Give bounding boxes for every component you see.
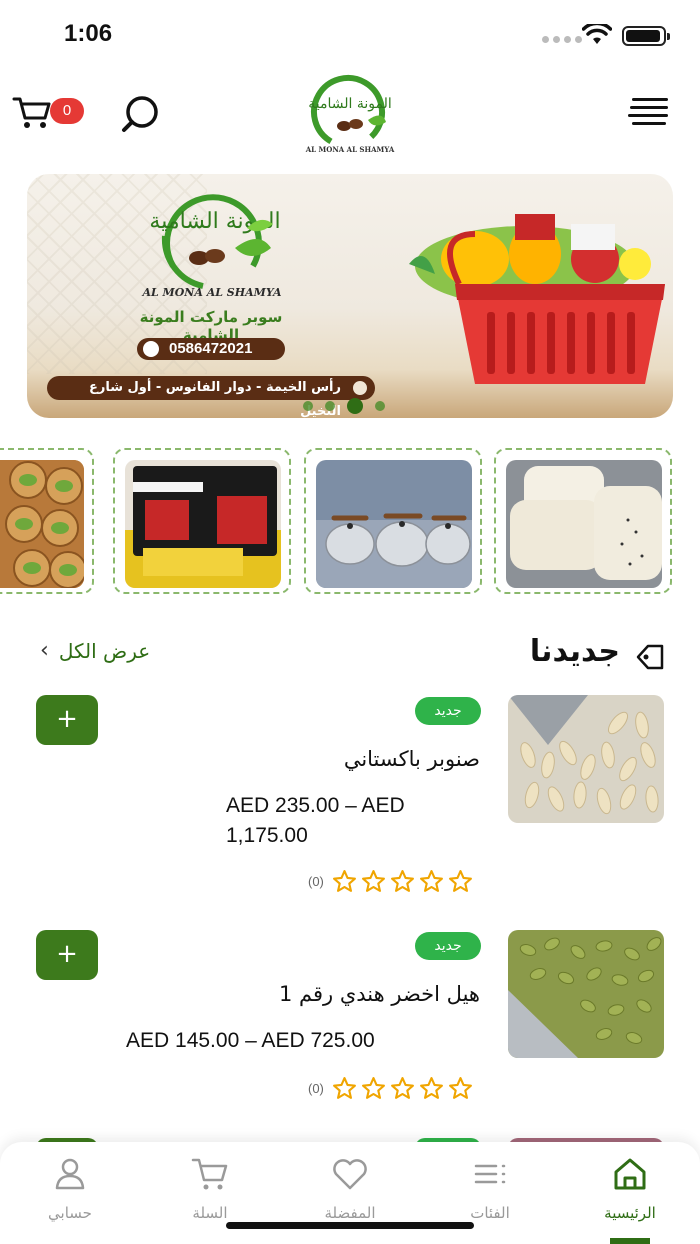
star-icon	[332, 1077, 356, 1099]
phone-icon	[143, 341, 159, 357]
tag-icon	[636, 644, 664, 670]
location-icon	[351, 379, 369, 397]
category-card[interactable]	[0, 448, 94, 594]
list-icon	[474, 1164, 506, 1184]
star-icon	[419, 870, 443, 892]
signal-icon	[542, 36, 582, 43]
category-card[interactable]	[494, 448, 672, 594]
heart-icon	[333, 1159, 367, 1190]
battery-icon	[622, 26, 670, 46]
view-all-label: عرض الكل	[58, 638, 151, 663]
star-icon	[448, 870, 472, 892]
nav-home-label: الرئيسية	[604, 1204, 656, 1222]
star-icon	[361, 870, 385, 892]
logo-subtext: AL MONA AL SHAMYA	[305, 145, 395, 154]
logo-arabic-text: المونة الشامية	[308, 96, 391, 112]
brand-logo[interactable]: المونة الشامية AL MONA AL SHAMYA	[302, 74, 398, 156]
nav-cart-label: السلة	[192, 1204, 228, 1222]
nav-categories-label: الفئات	[470, 1204, 510, 1222]
wifi-icon	[582, 24, 612, 44]
search-icon[interactable]	[120, 94, 162, 134]
product-name[interactable]: صنوبر باكستاني	[344, 747, 480, 771]
category-card[interactable]	[113, 448, 291, 594]
home-icon	[614, 1158, 646, 1190]
product-image-cardamom[interactable]	[508, 930, 664, 1058]
carousel-dot[interactable]	[375, 401, 385, 411]
new-arrivals-header: ‹ عرض الكل جديدنا	[0, 624, 700, 684]
nav-account[interactable]: حسابي	[15, 1154, 125, 1222]
star-icon	[390, 1077, 414, 1099]
user-icon	[55, 1158, 85, 1190]
product-card[interactable]: + جديد صنوبر باكستاني AED 235.00 – AED 1…	[0, 695, 700, 915]
star-icon	[390, 870, 414, 892]
nav-categories[interactable]: الفئات	[435, 1154, 545, 1222]
star-icon	[448, 1077, 472, 1099]
category-strip[interactable]	[0, 446, 700, 596]
category-image-teapots	[316, 460, 472, 588]
banner-address: رأس الخيمة - دوار الفانوس - أول شارع الن…	[47, 376, 375, 418]
chevron-left-icon: ‹	[40, 638, 49, 663]
star-icon	[332, 870, 356, 892]
product-price: AED 235.00 – AED 1,175.00	[226, 794, 405, 847]
star-icon	[419, 1077, 443, 1099]
menu-icon[interactable]	[628, 98, 670, 128]
category-card[interactable]	[304, 448, 482, 594]
nav-favorites[interactable]: المفضلة	[295, 1154, 405, 1222]
status-time: 1:06	[64, 20, 113, 47]
category-image-pastries	[0, 460, 84, 588]
grocery-basket-image	[409, 214, 665, 384]
carousel-dot[interactable]	[303, 401, 313, 411]
banner-brand-text: AL MONA AL SHAMYA	[142, 286, 282, 299]
promo-banner[interactable]: المونة الشامية AL MONA AL SHAMYA سوبر ما…	[27, 174, 673, 418]
category-image-cheese	[506, 460, 662, 588]
product-image-pine-nuts[interactable]	[508, 695, 664, 823]
rating-count: (0)	[308, 874, 324, 889]
new-badge: جديد	[415, 932, 481, 960]
active-tab-indicator	[610, 1238, 650, 1244]
status-bar: 1:06	[0, 0, 700, 70]
view-all-link[interactable]: ‹ عرض الكل	[40, 638, 150, 663]
product-card[interactable]: + جديد هيل اخضر هندي رقم 1 AED 145.00 – …	[0, 930, 700, 1150]
product-price: AED 145.00 – AED 725.00	[126, 1029, 375, 1052]
cart-count-badge: 0	[50, 98, 84, 124]
add-to-cart-button[interactable]: +	[36, 695, 98, 745]
home-indicator	[226, 1222, 474, 1229]
app-header: 0 المونة الشامية AL MONA AL SHAMYA	[0, 70, 700, 160]
carousel-dot-active[interactable]	[347, 398, 363, 414]
banner-phone-number: 0586472021	[169, 340, 253, 357]
star-icon	[361, 1077, 385, 1099]
new-badge: جديد	[415, 697, 481, 725]
banner-phone: 0586472021	[137, 338, 285, 360]
banner-logo: المونة الشامية	[149, 194, 281, 289]
add-to-cart-button[interactable]: +	[36, 930, 98, 980]
product-name[interactable]: هيل اخضر هندي رقم 1	[279, 982, 480, 1006]
section-title: جديدنا	[529, 634, 620, 669]
category-image-coffee	[125, 460, 281, 588]
nav-favorites-label: المفضلة	[324, 1204, 376, 1222]
nav-home[interactable]: الرئيسية	[575, 1154, 685, 1222]
nav-cart[interactable]: السلة	[155, 1154, 265, 1222]
nav-account-label: حسابي	[48, 1204, 92, 1222]
cart-icon	[191, 1158, 228, 1190]
rating-count: (0)	[308, 1081, 324, 1096]
product-rating: (0)	[308, 1076, 473, 1101]
carousel-dots[interactable]	[303, 398, 385, 414]
carousel-dot[interactable]	[325, 401, 335, 411]
product-rating: (0)	[308, 869, 473, 894]
cart-icon[interactable]	[12, 94, 52, 130]
